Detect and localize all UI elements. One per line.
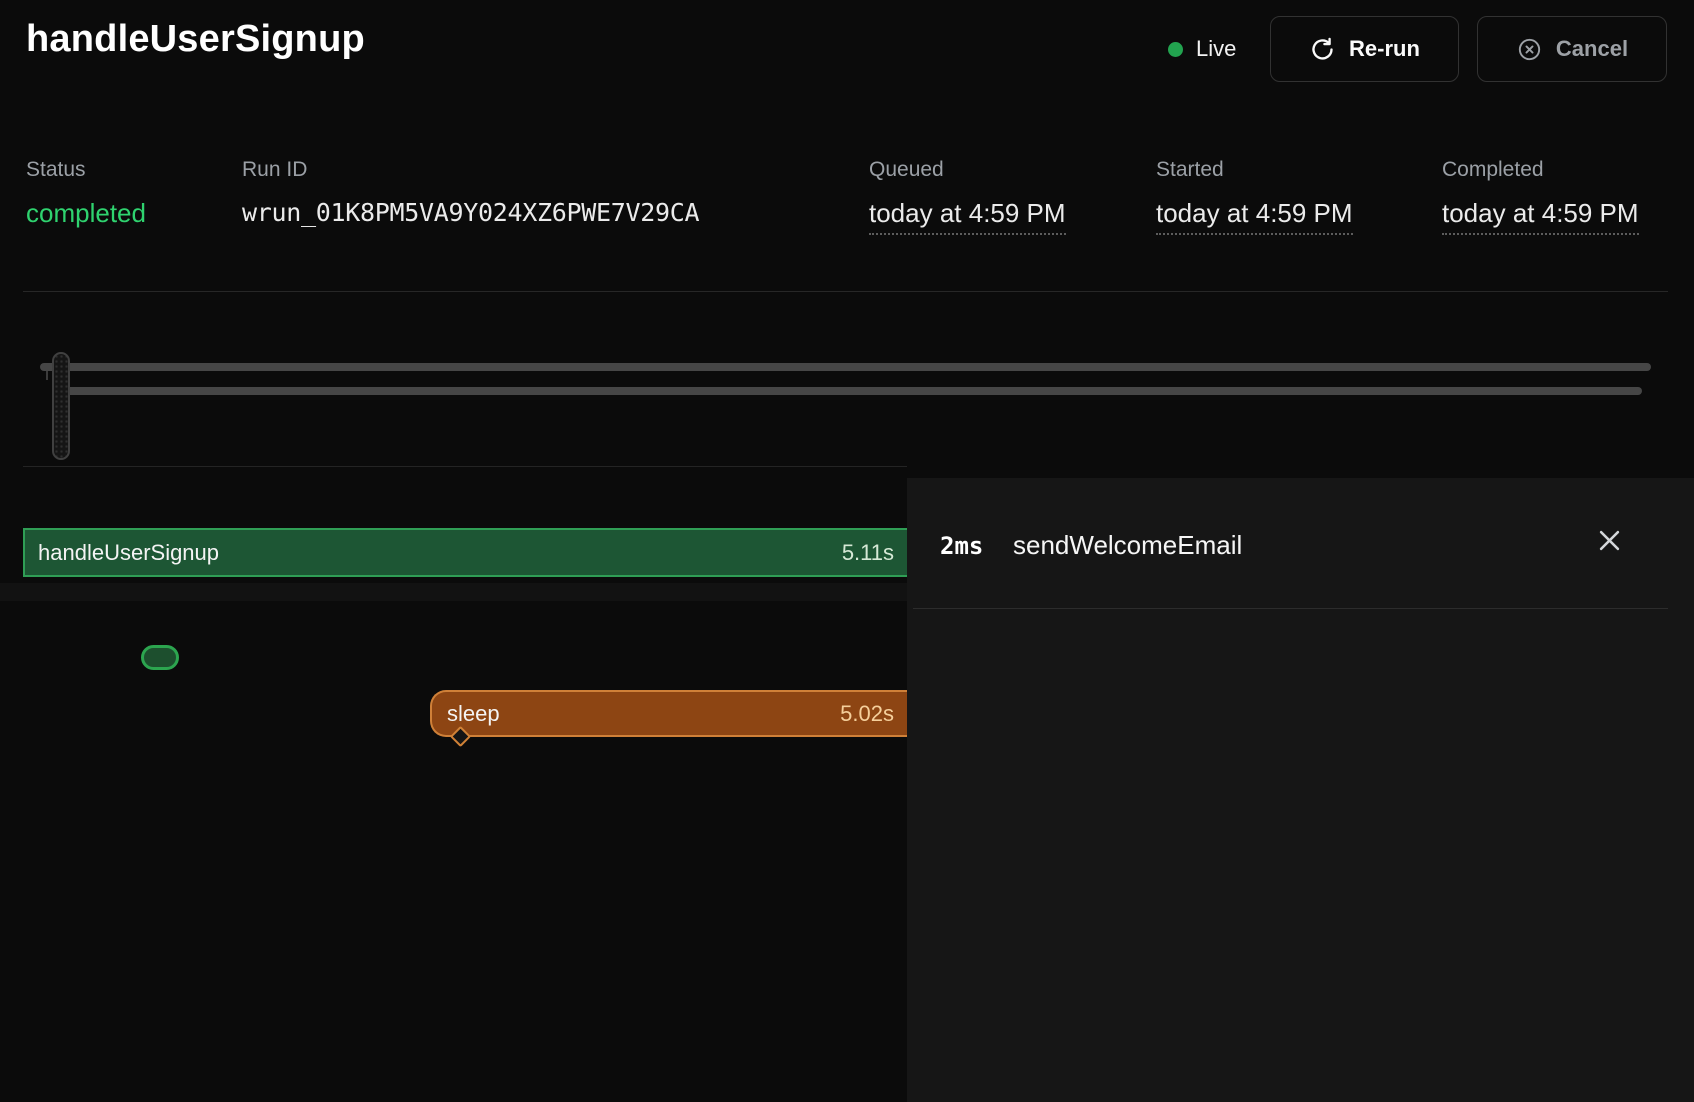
page-title: handleUserSignup <box>26 18 365 61</box>
sleep-span-duration: 5.02s <box>840 701 894 727</box>
rerun-button[interactable]: Re-run <box>1270 16 1459 82</box>
run-id-value: wrun_01K8PM5VA9Y024XZ6PWE7V29CA <box>242 198 699 227</box>
run-detail-page: handleUserSignup Live Re-run Cancel Stat… <box>0 0 1694 1102</box>
status-value: completed <box>26 198 146 229</box>
minimap-root-span <box>40 363 1651 371</box>
live-toggle[interactable]: Live <box>1168 27 1236 71</box>
root-span-duration: 5.11s <box>842 540 894 566</box>
header-divider <box>23 291 1668 292</box>
waterfall-top-divider <box>23 466 907 467</box>
meta-status: Status completed <box>26 158 146 229</box>
step-detail-panel: stepName sendWelcomeEmail status complet… <box>907 478 1694 1102</box>
selected-step-pill[interactable] <box>141 645 179 670</box>
meta-queued: Queued today at 4:59 PM <box>869 158 1066 235</box>
waterfall-row-stripe <box>0 583 907 601</box>
root-span-label: handleUserSignup <box>38 540 219 566</box>
cancel-button[interactable]: Cancel <box>1477 16 1667 82</box>
sleep-span-label: sleep <box>447 701 500 727</box>
queued-time-value: today at 4:59 PM <box>869 198 1066 235</box>
meta-run-id-label: Run ID <box>242 158 699 182</box>
sleep-span-bar[interactable]: sleep 5.02s <box>430 690 907 737</box>
meta-started: Started today at 4:59 PM <box>1156 158 1353 235</box>
refresh-icon <box>1309 36 1336 63</box>
cancel-label: Cancel <box>1556 36 1628 62</box>
panel-header-divider <box>913 608 1668 609</box>
root-span-bar[interactable]: handleUserSignup 5.11s <box>23 528 907 577</box>
live-dot-icon <box>1168 42 1183 57</box>
meta-run-id: Run ID wrun_01K8PM5VA9Y024XZ6PWE7V29CA <box>242 158 699 227</box>
brush-tick <box>46 371 48 380</box>
close-panel-button[interactable] <box>1583 516 1635 568</box>
completed-time-value: today at 4:59 PM <box>1442 198 1639 235</box>
meta-started-label: Started <box>1156 158 1353 182</box>
meta-completed: Completed today at 4:59 PM <box>1442 158 1639 235</box>
timeline-brush-handle[interactable] <box>52 352 70 460</box>
meta-status-label: Status <box>26 158 146 182</box>
meta-completed-label: Completed <box>1442 158 1639 182</box>
rerun-label: Re-run <box>1349 36 1420 62</box>
panel-step-title: sendWelcomeEmail <box>1013 530 1242 561</box>
minimap-sleep-span <box>59 387 1642 395</box>
started-time-value: today at 4:59 PM <box>1156 198 1353 235</box>
live-label: Live <box>1196 36 1236 62</box>
close-icon <box>1594 525 1625 559</box>
meta-queued-label: Queued <box>869 158 1066 182</box>
cancel-circle-x-icon <box>1516 36 1543 63</box>
panel-step-duration: 2ms <box>940 532 983 560</box>
